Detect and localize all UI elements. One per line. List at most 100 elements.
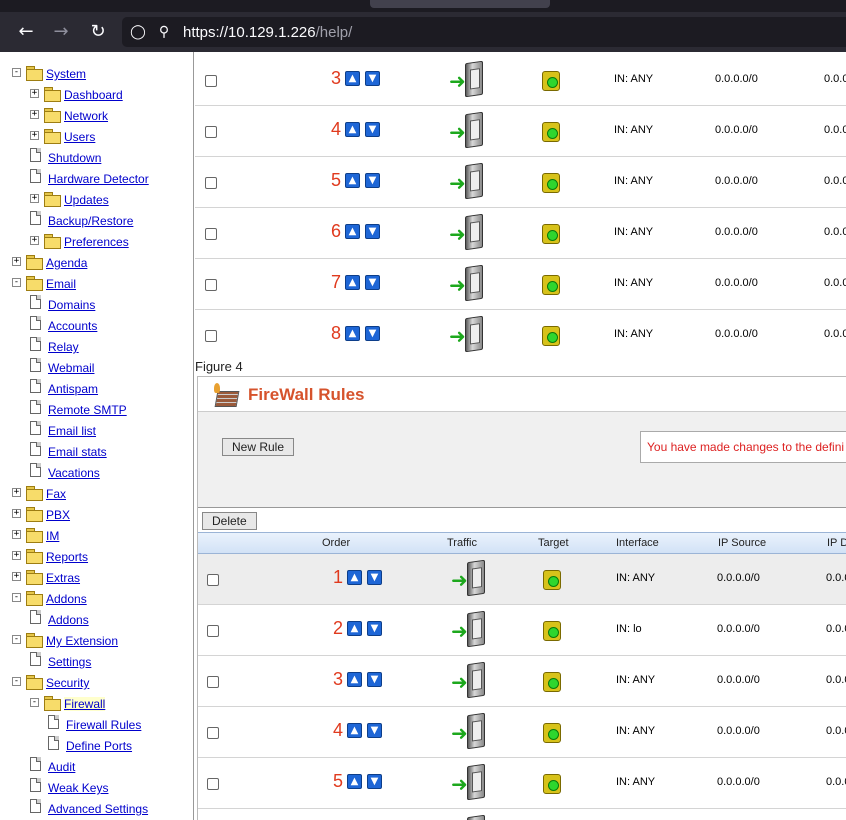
arrow-down-icon[interactable]: ▼ (367, 672, 382, 687)
tree-item-email[interactable]: - Email (12, 276, 190, 297)
arrow-up-icon[interactable]: ▲ (347, 621, 362, 636)
tree-item-label[interactable]: Shutdown (48, 151, 101, 165)
tree-item-relay[interactable]: Relay (30, 337, 190, 360)
arrow-up-icon[interactable]: ▲ (345, 224, 360, 239)
row-checkbox[interactable] (205, 126, 217, 138)
tree-item-extras[interactable]: + Extras (12, 570, 190, 591)
tree-item-vacations[interactable]: Vacations (30, 463, 190, 486)
column-target[interactable]: Target (538, 537, 569, 549)
expand-icon[interactable]: + (12, 530, 21, 539)
arrow-up-icon[interactable]: ▲ (347, 570, 362, 585)
column-order[interactable]: Order (322, 537, 350, 549)
tree-item-hardware-detector[interactable]: Hardware Detector (30, 169, 190, 192)
tree-item-label[interactable]: Antispam (48, 382, 98, 396)
tree-item-label[interactable]: Email list (48, 424, 96, 438)
tree-item-accounts[interactable]: Accounts (30, 316, 190, 339)
tree-item-label[interactable]: Addons (48, 613, 89, 627)
tree-item-label[interactable]: IM (46, 529, 59, 543)
shield-icon[interactable]: ◯ (130, 23, 146, 41)
expand-icon[interactable]: + (12, 509, 21, 518)
tree-item-backup-restore[interactable]: Backup/Restore (30, 211, 190, 234)
collapse-icon[interactable]: - (30, 698, 39, 707)
tree-item-preferences[interactable]: + Preferences (30, 234, 190, 255)
column-traffic[interactable]: Traffic (447, 537, 477, 549)
tree-item-label[interactable]: Extras (46, 571, 80, 585)
arrow-down-icon[interactable]: ▼ (367, 723, 382, 738)
lock-icon[interactable]: ⚲ (156, 23, 172, 41)
tree-item-reports[interactable]: + Reports (12, 549, 190, 570)
arrow-down-icon[interactable]: ▼ (365, 173, 380, 188)
new-rule-button[interactable]: New Rule (222, 438, 295, 456)
arrow-up-icon[interactable]: ▲ (345, 71, 360, 86)
tree-item-label[interactable]: Webmail (48, 361, 94, 375)
tree-item-audit[interactable]: Audit (30, 757, 190, 780)
row-checkbox[interactable] (205, 177, 217, 189)
tree-item-label[interactable]: Define Ports (66, 739, 132, 753)
tree-item-label[interactable]: Relay (48, 340, 79, 354)
tree-item-label[interactable]: System (46, 67, 86, 81)
tree-item-firewall-rules[interactable]: Firewall Rules (48, 715, 190, 738)
expand-icon[interactable]: + (30, 236, 39, 245)
row-checkbox[interactable] (205, 228, 217, 240)
arrow-up-icon[interactable]: ▲ (345, 275, 360, 290)
tree-item-label[interactable]: Vacations (48, 466, 100, 480)
expand-icon[interactable]: + (12, 488, 21, 497)
tree-item-antispam[interactable]: Antispam (30, 379, 190, 402)
tree-item-remote-smtp[interactable]: Remote SMTP (30, 400, 190, 423)
tree-item-users[interactable]: + Users (30, 129, 190, 150)
tree-item-define-ports[interactable]: Define Ports (48, 736, 190, 759)
tree-item-dashboard[interactable]: + Dashboard (30, 87, 190, 108)
tree-item-label[interactable]: Reports (46, 550, 88, 564)
tree-item-pbx[interactable]: + PBX (12, 507, 190, 528)
arrow-down-icon[interactable]: ▼ (367, 621, 382, 636)
tree-item-my-extension[interactable]: - My Extension (12, 633, 190, 654)
tree-item-label[interactable]: Updates (64, 193, 109, 207)
tree-item-updates[interactable]: + Updates (30, 192, 190, 213)
collapse-icon[interactable]: - (12, 68, 21, 77)
collapse-icon[interactable]: - (12, 278, 21, 287)
reload-icon[interactable]: ↻ (86, 20, 110, 44)
arrow-down-icon[interactable]: ▼ (367, 570, 382, 585)
expand-icon[interactable]: + (30, 89, 39, 98)
column-ip-dest[interactable]: IP D (827, 537, 846, 549)
column-ip-source[interactable]: IP Source (718, 537, 766, 549)
arrow-down-icon[interactable]: ▼ (365, 71, 380, 86)
arrow-down-icon[interactable]: ▼ (365, 122, 380, 137)
tree-item-addons[interactable]: Addons (30, 610, 190, 633)
arrow-down-icon[interactable]: ▼ (365, 224, 380, 239)
tree-item-email-stats[interactable]: Email stats (30, 442, 190, 465)
tree-item-webmail[interactable]: Webmail (30, 358, 190, 381)
tree-item-label[interactable]: Audit (48, 760, 75, 774)
tree-item-label[interactable]: Agenda (46, 256, 87, 270)
arrow-down-icon[interactable]: ▼ (365, 275, 380, 290)
expand-icon[interactable]: + (12, 551, 21, 560)
tree-item-email-list[interactable]: Email list (30, 421, 190, 444)
tree-item-label[interactable]: Preferences (64, 235, 129, 249)
tree-item-domains[interactable]: Domains (30, 295, 190, 318)
tree-item-label[interactable]: Network (64, 109, 108, 123)
tree-item-advanced-settings[interactable]: Advanced Settings (30, 799, 190, 820)
tree-item-weak-keys[interactable]: Weak Keys (30, 778, 190, 801)
delete-button[interactable]: Delete (202, 512, 257, 530)
collapse-icon[interactable]: - (12, 677, 21, 686)
tree-item-fax[interactable]: + Fax (12, 486, 190, 507)
row-checkbox[interactable] (207, 778, 219, 790)
tree-item-label[interactable]: Firewall (64, 697, 106, 711)
tree-item-label[interactable]: Accounts (48, 319, 97, 333)
url-bar[interactable]: ◯ ⚲ https://10.129.1.226/help/ (122, 17, 846, 47)
collapse-icon[interactable]: - (12, 635, 21, 644)
tree-item-label[interactable]: Settings (48, 655, 91, 669)
tree-item-label[interactable]: Domains (48, 298, 95, 312)
arrow-up-icon[interactable]: ▲ (347, 672, 362, 687)
tree-item-im[interactable]: + IM (12, 528, 190, 549)
tree-item-addons[interactable]: - Addons (12, 591, 190, 612)
collapse-icon[interactable]: - (12, 593, 21, 602)
arrow-down-icon[interactable]: ▼ (365, 326, 380, 341)
browser-tab[interactable] (370, 0, 550, 8)
tree-item-label[interactable]: Email stats (48, 445, 107, 459)
tree-item-label[interactable]: Security (46, 676, 89, 690)
arrow-up-icon[interactable]: ▲ (347, 723, 362, 738)
tree-item-label[interactable]: Addons (46, 592, 87, 606)
tree-item-label[interactable]: Advanced Settings (48, 802, 148, 816)
tree-item-label[interactable]: My Extension (46, 634, 118, 648)
